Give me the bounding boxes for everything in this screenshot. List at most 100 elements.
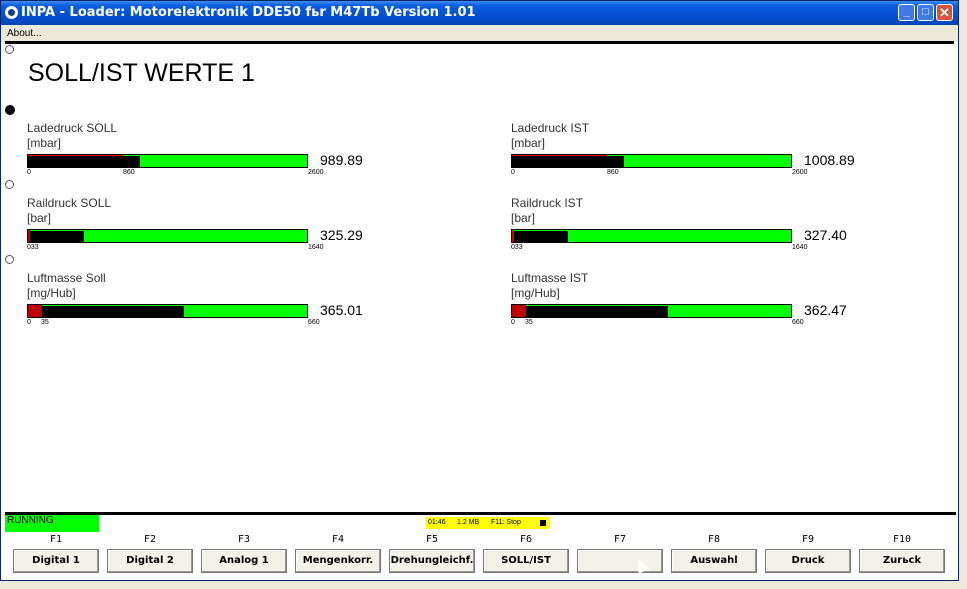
gauge-label: Ladedruck SOLL [27,121,118,135]
gauge-unit: [mbar] [511,136,546,150]
gauge-unit: [bar] [511,211,536,225]
f9-druck-button[interactable]: Druck [765,549,851,573]
gauge-min: 033 [511,244,523,251]
gauge-red-marker [28,230,30,242]
radio-indicator-4 [5,255,14,264]
gauge-red-marker [28,305,42,317]
gauge-fill [28,306,184,317]
gauge-luftmasse-ist: Luftmasse IST [mg/Hub] 362.47 0 35 660 [511,271,871,331]
gauge-unit: [mbar] [27,136,62,150]
f6-soll-ist-button[interactable]: SOLL/IST [483,549,569,573]
gauge-mid: 35 [41,319,49,326]
f2-digital-2-button[interactable]: Digital 2 [107,549,193,573]
gauge-fill [28,156,140,167]
gauge-bar [511,154,792,168]
gauge-mid: 860 [123,169,135,176]
gauge-value: 325.29 [320,227,363,243]
f4-mengenkorr-button[interactable]: Mengenkorr. [295,549,381,573]
status-info-box: 01:46 1.2 MB F11: Stop [426,517,550,529]
fkey-label-f7: F7 [613,534,627,545]
f1-digital-1-button[interactable]: Digital 1 [13,549,99,573]
top-divider [5,41,954,44]
gauge-min: 033 [27,244,39,251]
gauge-ladedruck-soll: Ladedruck SOLL [mbar] 989.89 0 860 2600 [27,121,387,181]
menu-bar: About... [1,25,958,42]
gauge-value: 989.89 [320,152,363,168]
gauge-max: 1640 [792,244,808,251]
gauge-value: 365.01 [320,302,363,318]
gauge-min: 0 [511,169,515,176]
title-bar[interactable]: INPA - Loader: Motorelektronik DDE50 fьr… [1,1,958,25]
gauge-label: Ladedruck IST [511,121,590,135]
radio-indicator-3 [5,180,14,189]
gauge-max: 660 [308,319,320,326]
menu-about[interactable]: About... [7,25,41,42]
gauge-fill [512,231,568,242]
fkey-label-f6: F6 [519,534,533,545]
gauge-max: 1640 [308,244,324,251]
gauge-label: Raildruck SOLL [27,196,112,210]
gauge-label: Luftmasse Soll [27,271,106,285]
f5-drehungleichf-button[interactable]: Drehungleichf. [389,549,475,573]
maximize-button[interactable]: □ [917,4,934,21]
gauge-label: Luftmasse IST [511,271,589,285]
gauge-value: 327.40 [804,227,847,243]
f7-empty-button[interactable] [577,549,663,573]
gauge-unit: [mg/Hub] [511,286,560,300]
app-icon[interactable] [5,6,18,19]
gauge-min: 0 [27,319,31,326]
f8-auswahl-button[interactable]: Auswahl [671,549,757,573]
status-divider [5,512,956,515]
fkey-label-f10: F10 [892,534,912,545]
gauge-fill [512,306,668,317]
status-time: 01:46 [428,519,446,526]
gauge-raildruck-soll: Raildruck SOLL [bar] 325.29 033 1640 [27,196,387,256]
app-window: INPA - Loader: Motorelektronik DDE50 fьr… [0,0,959,581]
gauge-bar [511,304,792,318]
status-memory: 1.2 MB [457,519,480,526]
radio-indicator-1 [5,45,14,54]
fkey-label-f9: F9 [801,534,815,545]
status-stop-hint: F11: Stop [491,519,521,526]
gauge-value: 362.47 [804,302,847,318]
fkey-label-f1: F1 [49,534,63,545]
fkey-label-f2: F2 [143,534,157,545]
fkey-label-f3: F3 [237,534,251,545]
gauge-max: 2600 [792,169,808,176]
gauge-max: 2600 [308,169,324,176]
minimize-button[interactable]: _ [898,4,915,21]
gauge-luftmasse-soll: Luftmasse Soll [mg/Hub] 365.01 0 35 660 [27,271,387,331]
gauge-red-marker [28,155,123,156]
fkey-label-f4: F4 [331,534,345,545]
gauge-bar [511,229,792,243]
gauge-bar [27,154,308,168]
gauge-unit: [bar] [27,211,52,225]
gauge-red-marker [512,155,607,156]
running-indicator: RUNNING [5,515,99,532]
gauge-fill [512,156,624,167]
stop-icon[interactable] [540,520,546,526]
fkey-label-f8: F8 [707,534,721,545]
close-button[interactable]: ✕ [936,4,953,21]
radio-indicator-2 [5,105,15,115]
gauge-value: 1008.89 [804,152,855,168]
running-label: RUNNING [7,515,54,526]
gauge-fill [28,231,84,242]
gauge-red-marker [512,230,514,242]
gauge-bar [27,229,308,243]
gauge-min: 0 [27,169,31,176]
gauge-red-marker [512,305,526,317]
gauge-bar [27,304,308,318]
gauge-label: Raildruck IST [511,196,584,210]
f3-analog-1-button[interactable]: Analog 1 [201,549,287,573]
gauge-mid: 35 [525,319,533,326]
f10-zurueck-button[interactable]: Zurьck [859,549,945,573]
page-title: SOLL/IST WERTE 1 [28,59,255,87]
gauge-unit: [mg/Hub] [27,286,76,300]
gauge-min: 0 [511,319,515,326]
fkey-label-f5: F5 [425,534,439,545]
gauge-max: 660 [792,319,804,326]
gauge-mid: 860 [607,169,619,176]
gauge-ladedruck-ist: Ladedruck IST [mbar] 1008.89 0 860 2600 [511,121,871,181]
window-title: INPA - Loader: Motorelektronik DDE50 fьr… [21,5,476,20]
